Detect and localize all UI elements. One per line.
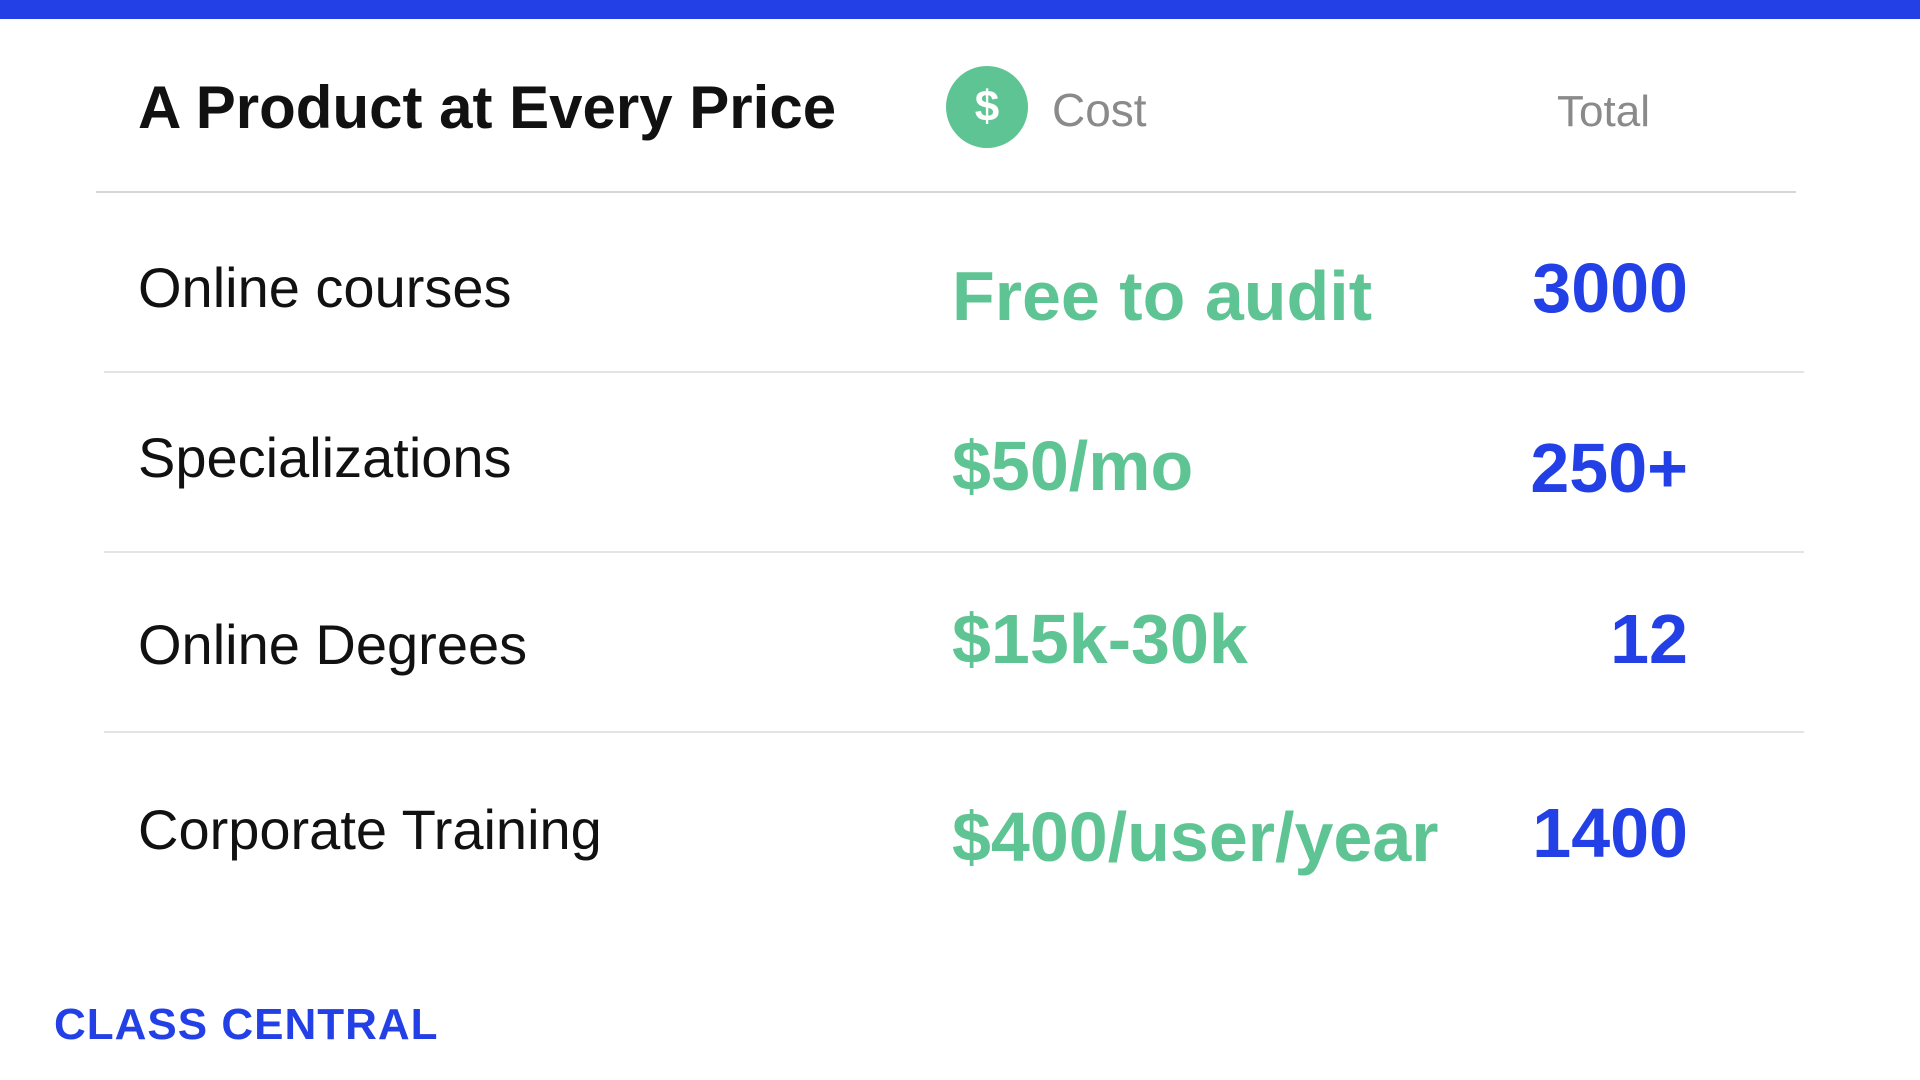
table-row: Online courses Free to audit 3000 xyxy=(104,193,1804,373)
table-row: Specializations $50/mo 250+ xyxy=(104,373,1804,553)
dollar-icon: $ xyxy=(946,66,1028,148)
row-cost: $400/user/year xyxy=(952,798,1439,876)
row-label: Corporate Training xyxy=(138,798,602,861)
class-central-logo: CLASS CENTRAL xyxy=(54,1000,439,1049)
row-total: 250+ xyxy=(1530,429,1688,507)
row-cost: $15k-30k xyxy=(952,600,1248,678)
total-column-header: Total xyxy=(1557,87,1650,136)
row-cost: Free to audit xyxy=(952,257,1373,335)
row-total: 1400 xyxy=(1532,794,1688,872)
table-row: Online Degrees $15k-30k 12 xyxy=(104,553,1804,733)
row-total: 3000 xyxy=(1532,249,1688,327)
slide: A Product at Every Price $ Cost Total On… xyxy=(0,0,1920,1080)
slide-title: A Product at Every Price xyxy=(138,74,837,141)
cost-column-header: Cost xyxy=(1052,84,1147,136)
row-label: Online courses xyxy=(138,256,512,319)
row-total: 12 xyxy=(1610,600,1688,678)
row-label: Specializations xyxy=(138,426,512,489)
row-cost: $50/mo xyxy=(952,427,1194,505)
row-label: Online Degrees xyxy=(138,613,528,676)
table-row: Corporate Training $400/user/year 1400 xyxy=(104,733,1804,913)
